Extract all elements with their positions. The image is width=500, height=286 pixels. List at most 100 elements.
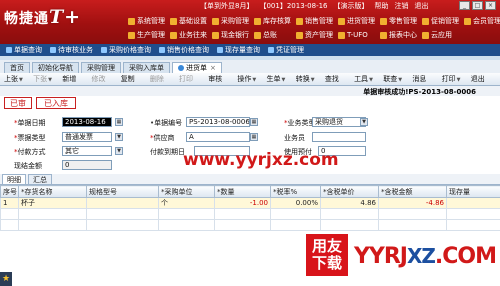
col-amount[interactable]: *含税金额	[378, 185, 447, 198]
empty-cell[interactable]	[270, 219, 321, 231]
chevron-down-icon[interactable]: ▼	[115, 147, 123, 155]
cell-spec[interactable]	[86, 197, 159, 209]
close-icon[interactable]: ×	[485, 1, 496, 10]
empty-cell[interactable]	[18, 208, 87, 220]
menu-inventory[interactable]: 库存核算	[254, 15, 296, 27]
menu-cash-bank[interactable]: 现金银行	[212, 29, 254, 41]
logout-link[interactable]: 注销	[395, 1, 409, 11]
cell-amount[interactable]: -4.86	[378, 197, 447, 209]
cell-tax[interactable]: 0.00%	[270, 197, 321, 209]
empty-cell[interactable]	[446, 219, 500, 231]
operation-button[interactable]: 操作▼	[237, 74, 266, 84]
menu-sales[interactable]: 销售管理	[296, 15, 338, 27]
menu-purchase[interactable]: 采购管理	[212, 15, 254, 27]
paymethod-select[interactable]: 其它	[62, 146, 112, 156]
menu-stockin[interactable]: 进货管理	[338, 15, 380, 27]
quick-bill-query[interactable]: 单据查询	[6, 45, 42, 55]
find-button[interactable]: 查找	[325, 74, 354, 84]
exit-button[interactable]: 退出	[471, 74, 500, 84]
print-preview-button[interactable]: 打印	[179, 74, 208, 84]
vendor-field[interactable]: A	[186, 132, 250, 142]
close-icon[interactable]: ×	[210, 64, 216, 72]
tab-init-nav[interactable]: 初始化导航	[32, 62, 79, 73]
table-row[interactable]	[0, 208, 500, 220]
empty-cell[interactable]	[214, 219, 271, 231]
empty-cell[interactable]	[0, 219, 19, 231]
tab-stockin-bill[interactable]: 进货单 ×	[172, 62, 222, 73]
menu-business[interactable]: 业务往来	[170, 29, 212, 41]
empty-cell[interactable]	[320, 208, 379, 220]
empty-cell[interactable]	[378, 208, 447, 220]
tools-button[interactable]: 工具▼	[354, 74, 383, 84]
menu-assets[interactable]: 资产管理	[296, 29, 338, 41]
tab-purchase-mgmt[interactable]: 采购管理	[81, 62, 121, 73]
menu-cloud[interactable]: 云应用	[422, 29, 464, 41]
convert-button[interactable]: 转换▼	[296, 74, 325, 84]
table-row[interactable]: 1 杯子 个 -1.00 0.00% 4.86 -4.86	[0, 197, 500, 209]
edit-button[interactable]: 修改	[92, 74, 121, 84]
new-button[interactable]: 新增	[62, 74, 91, 84]
menu-base-settings[interactable]: 基础设置	[170, 15, 212, 27]
menu-reports[interactable]: 报表中心	[380, 29, 422, 41]
copy-button[interactable]: 复制	[121, 74, 150, 84]
menu-retail[interactable]: 零售管理	[380, 15, 422, 27]
cell-unit[interactable]: 个	[158, 197, 215, 209]
menu-member[interactable]: 会员管理	[464, 15, 500, 27]
empty-cell[interactable]	[270, 208, 321, 220]
col-stock[interactable]: 现存量	[446, 185, 500, 198]
print-button[interactable]: 打印▼	[442, 74, 471, 84]
empty-cell[interactable]	[86, 219, 159, 231]
col-name[interactable]: *存货名称	[18, 185, 87, 198]
col-qty[interactable]: *数量	[214, 185, 271, 198]
calendar-icon[interactable]: ▦	[115, 118, 123, 126]
lookup-icon[interactable]: ▦	[250, 133, 258, 141]
minimize-icon[interactable]: _	[459, 1, 470, 10]
cell-qty[interactable]: -1.00	[214, 197, 271, 209]
empty-cell[interactable]	[158, 219, 215, 231]
cash-field[interactable]: 0	[62, 160, 112, 170]
cell-price[interactable]: 4.86	[320, 197, 379, 209]
star-icon[interactable]: ★	[0, 272, 12, 286]
next-button[interactable]: 下张▼	[33, 74, 62, 84]
tab-purchase-receipt[interactable]: 采购入库单	[123, 62, 170, 73]
quick-sales-price[interactable]: 销售价格查询	[159, 45, 209, 55]
col-tax[interactable]: *税率%	[270, 185, 321, 198]
biztype-select[interactable]: 采购退货	[312, 117, 366, 127]
col-unit[interactable]: *采购单位	[158, 185, 215, 198]
menu-promotion[interactable]: 促销管理	[422, 15, 464, 27]
quick-voucher[interactable]: 凭证管理	[268, 45, 304, 55]
empty-cell[interactable]	[446, 208, 500, 220]
maximize-icon[interactable]: □	[472, 1, 483, 10]
lookup-icon[interactable]: ▦	[250, 118, 258, 126]
tab-detail[interactable]: 明细	[2, 174, 26, 184]
empty-cell[interactable]	[86, 208, 159, 220]
prev-button[interactable]: 上张▼	[4, 74, 33, 84]
empty-cell[interactable]	[378, 219, 447, 231]
chevron-down-icon[interactable]: ▼	[360, 118, 368, 126]
menu-production[interactable]: 生产管理	[128, 29, 170, 41]
delete-button[interactable]: 删除	[150, 74, 179, 84]
help-link[interactable]: 帮助	[375, 1, 389, 11]
linked-query-button[interactable]: 联查▼	[383, 74, 412, 84]
cell-seq[interactable]: 1	[0, 197, 19, 209]
invoicetype-select[interactable]: 普通发票	[62, 132, 112, 142]
tab-summary[interactable]: 汇总	[28, 174, 52, 184]
empty-cell[interactable]	[158, 208, 215, 220]
empty-cell[interactable]	[320, 219, 379, 231]
message-button[interactable]: 消息	[412, 74, 441, 84]
menu-system[interactable]: 系统管理	[128, 15, 170, 27]
quick-purchase-price[interactable]: 采购价格查询	[101, 45, 151, 55]
cell-stock[interactable]	[446, 197, 500, 209]
quick-pending-audit[interactable]: 待审核业务	[50, 45, 93, 55]
tab-home[interactable]: 首页	[4, 62, 30, 73]
chevron-down-icon[interactable]: ▼	[115, 133, 123, 141]
audit-button[interactable]: 审核	[208, 74, 237, 84]
clerk-field[interactable]	[312, 132, 366, 142]
table-row[interactable]	[0, 219, 500, 231]
col-spec[interactable]: 规格型号	[86, 185, 159, 198]
quick-stock-query[interactable]: 现存量查询	[217, 45, 260, 55]
empty-cell[interactable]	[214, 208, 271, 220]
exit-link[interactable]: 退出	[415, 1, 429, 11]
date-field[interactable]: 2013-08-16	[62, 117, 112, 127]
menu-ledger[interactable]: 总账	[254, 29, 296, 41]
